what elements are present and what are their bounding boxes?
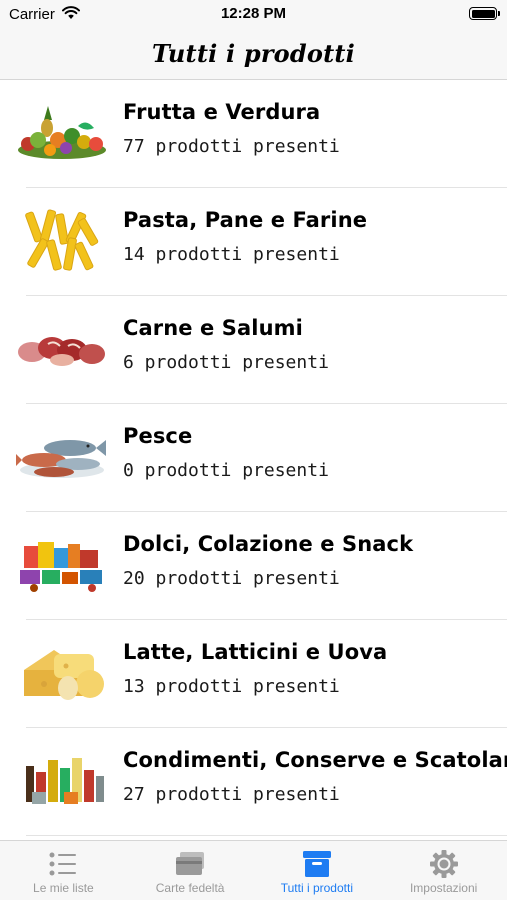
meat-image: [14, 316, 110, 384]
gear-icon: [429, 850, 458, 878]
status-bar: Carrier 12:28 PM: [0, 0, 507, 28]
category-list[interactable]: Frutta e Verdura 77 prodotti presenti Pa…: [0, 80, 507, 840]
tab-bar: Le mie liste Carte fedeltà Tutti i prodo…: [0, 840, 507, 900]
tab-impostazioni[interactable]: Impostazioni: [380, 841, 507, 900]
tab-tutti-i-prodotti[interactable]: Tutti i prodotti: [254, 841, 381, 900]
battery-icon: [469, 7, 500, 20]
fruit-vegetables-image: [14, 100, 110, 168]
category-row-dolci-colazione-snack[interactable]: Dolci, Colazione e Snack 20 prodotti pre…: [0, 512, 507, 620]
category-title: Dolci, Colazione e Snack: [123, 532, 414, 556]
category-row-frutta-verdura[interactable]: Frutta e Verdura 77 prodotti presenti: [0, 80, 507, 188]
category-count: 77 prodotti presenti: [123, 136, 340, 157]
category-count: 27 prodotti presenti: [123, 784, 340, 805]
tab-label: Carte fedeltà: [155, 881, 225, 895]
category-count: 13 prodotti presenti: [123, 676, 340, 697]
tab-label: Tutti i prodotti: [280, 881, 353, 895]
pasta-image: [14, 208, 110, 276]
category-title: Pesce: [123, 424, 193, 448]
category-title: Latte, Latticini e Uova: [123, 640, 388, 664]
clock: 12:28 PM: [220, 5, 287, 22]
category-title: Condimenti, Conserve e Scatolame: [123, 748, 507, 772]
category-title: Carne e Salumi: [123, 316, 303, 340]
page-title: Tutti i prodotti: [152, 39, 355, 68]
box-icon: [302, 851, 331, 877]
category-count: 0 prodotti presenti: [123, 460, 329, 481]
app-screen: Carrier 12:28 PM Tutti i prodotti Frutta…: [0, 0, 507, 900]
category-count: 6 prodotti presenti: [123, 352, 329, 373]
category-row-pesce[interactable]: Pesce 0 prodotti presenti: [0, 404, 507, 512]
category-title: Pasta, Pane e Farine: [123, 208, 368, 232]
tab-le-mie-liste[interactable]: Le mie liste: [0, 841, 127, 900]
tab-carte-fedelta[interactable]: Carte fedeltà: [127, 841, 254, 900]
category-count: 20 prodotti presenti: [123, 568, 340, 589]
condiments-cans-image: [14, 748, 110, 816]
navigation-bar: Tutti i prodotti: [0, 28, 507, 80]
cards-icon: [176, 852, 205, 875]
list-icon: [49, 852, 77, 876]
category-count: 14 prodotti presenti: [123, 244, 340, 265]
category-title: Frutta e Verdura: [123, 100, 321, 124]
category-row-carne-salumi[interactable]: Carne e Salumi 6 prodotti presenti: [0, 296, 507, 404]
category-row-latte-latticini-uova[interactable]: Latte, Latticini e Uova 13 prodotti pres…: [0, 620, 507, 728]
tab-label: Impostazioni: [409, 881, 478, 895]
category-row-pasta-pane-farine[interactable]: Pasta, Pane e Farine 14 prodotti present…: [0, 188, 507, 296]
sweets-snacks-image: [14, 532, 110, 600]
tab-label: Le mie liste: [33, 881, 94, 895]
category-row-condimenti-conserve-scatolame[interactable]: Condimenti, Conserve e Scatolame 27 prod…: [0, 728, 507, 836]
dairy-cheese-image: [14, 640, 110, 708]
fish-image: [14, 424, 110, 492]
